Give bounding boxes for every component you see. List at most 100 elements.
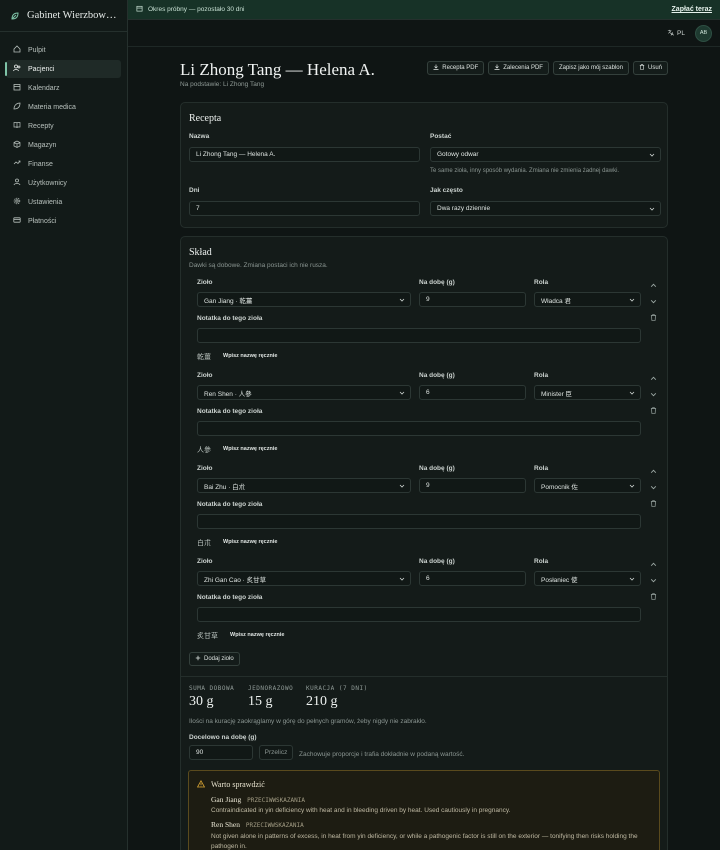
chevron-down-icon <box>629 298 635 302</box>
herb-select[interactable]: Gan Jiang · 乾薑 <box>197 292 411 307</box>
manual-entry-link[interactable]: Wpisz nazwę ręcznie <box>230 632 284 638</box>
dose-label: Na dobę (g) <box>419 372 455 379</box>
note-label: Notatka do tego zioła <box>197 594 263 601</box>
herb-cjk: 炙甘草 <box>197 633 218 640</box>
gear-icon <box>13 197 21 207</box>
sidebar-item-materia-medica[interactable]: Materia medica <box>6 98 121 116</box>
role-label: Rola <box>534 372 549 379</box>
form-hint: Te same zioła, inny sposób wydania. Zmia… <box>430 168 620 174</box>
role-select[interactable]: Pomocnik 佐 <box>534 478 641 493</box>
warning-item: Ren Shen PRZECIWWSKAZANIA Not given alon… <box>211 820 651 850</box>
trial-text: Okres próbny — pozostało 30 dni <box>148 6 245 13</box>
manual-entry-link[interactable]: Wpisz nazwę ręcznie <box>223 539 277 545</box>
sidebar-item-magazyn[interactable]: Magazyn <box>6 136 121 154</box>
chevron-up-icon <box>650 283 656 287</box>
role-select[interactable]: Posłaniec 使 <box>534 571 641 586</box>
sidebar-item-pacjenci[interactable]: Pacjenci <box>5 60 121 78</box>
chevron-down-icon <box>649 153 655 157</box>
dose-input[interactable]: 9 <box>419 292 526 307</box>
name-input[interactable]: Li Zhong Tang — Helena A. <box>189 147 420 162</box>
target-input[interactable]: 90 <box>189 745 253 760</box>
recalculate-button[interactable]: Przelicz <box>259 745 293 760</box>
chevron-up-icon <box>650 469 656 473</box>
move-up-button[interactable] <box>649 374 657 382</box>
move-down-button[interactable] <box>649 483 657 491</box>
herb-row: Zioło Na dobę (g) Rola Ren Shen · 人參 6 Minist… <box>181 372 669 462</box>
move-down-button[interactable] <box>649 576 657 584</box>
chevron-down-icon <box>399 298 405 302</box>
sidebar-item-uzytkownicy[interactable]: Użytkownicy <box>6 174 121 192</box>
move-up-button[interactable] <box>649 281 657 289</box>
frequency-select[interactable]: Dwa razy dziennie <box>430 201 661 216</box>
warning-title: Warto sprawdzić <box>211 780 265 789</box>
recipe-card: Recepta Nazwa Li Zhong Tang — Helena A. … <box>180 102 668 228</box>
move-up-button[interactable] <box>649 467 657 475</box>
composition-card: Skład Dawki są dobowe. Zmiana postaci ic… <box>180 236 668 850</box>
manual-entry-link[interactable]: Wpisz nazwę ręcznie <box>223 446 277 452</box>
warning-herb: Gan Jiang <box>211 795 242 804</box>
frequency-select-value: Dwa razy dziennie <box>437 205 491 212</box>
note-input[interactable] <box>197 328 641 343</box>
recommendations-pdf-button[interactable]: Zalecenia PDF <box>488 61 549 75</box>
home-icon <box>13 45 21 55</box>
target-label: Docelowo na dobę (g) <box>189 734 257 741</box>
remove-herb-button[interactable] <box>649 592 657 600</box>
name-label: Nazwa <box>189 133 210 140</box>
manual-entry-link[interactable]: Wpisz nazwę ręcznie <box>223 353 277 359</box>
button-label: Zapisz jako mój szablon <box>558 65 623 71</box>
book-icon <box>13 121 21 131</box>
note-input[interactable] <box>197 607 641 622</box>
frequency-label: Jak często <box>430 187 463 194</box>
sidebar-nav: Pulpit Pacjenci Kalendarz Materia medica… <box>0 32 127 230</box>
avatar[interactable]: AB <box>695 24 712 42</box>
chevron-down-icon <box>629 577 635 581</box>
save-template-button[interactable]: Zapisz jako mój szablon <box>552 61 629 75</box>
move-down-button[interactable] <box>649 297 657 305</box>
days-input[interactable]: 7 <box>189 201 420 216</box>
herb-select[interactable]: Ren Shen · 人參 <box>197 385 411 400</box>
herb-select[interactable]: Bai Zhu · 白朮 <box>197 478 411 493</box>
language-switcher[interactable]: PL <box>667 29 685 38</box>
herb-select[interactable]: Zhi Gan Cao · 炙甘草 <box>197 571 411 586</box>
sidebar-item-pulpit[interactable]: Pulpit <box>6 41 121 59</box>
herb-label: Zioło <box>197 279 213 286</box>
remove-herb-button[interactable] <box>649 499 657 507</box>
sidebar-item-label: Finanse <box>28 160 53 168</box>
chevron-down-icon <box>649 207 655 211</box>
move-down-button[interactable] <box>649 390 657 398</box>
remove-herb-button[interactable] <box>649 406 657 414</box>
herb-row: Zioło Na dobę (g) Rola Bai Zhu · 白朮 9 Pomocni… <box>181 465 669 555</box>
add-herb-button[interactable]: Dodaj zioło <box>189 652 240 666</box>
form-select-value: Gotowy odwar <box>437 151 479 158</box>
herb-row: Zioło Na dobę (g) Rola Gan Jiang · 乾薑 9 Władc… <box>181 279 669 369</box>
dose-input[interactable]: 9 <box>419 478 526 493</box>
move-up-button[interactable] <box>649 560 657 568</box>
stat-value: 30 g <box>189 694 214 709</box>
sidebar-item-label: Materia medica <box>28 103 76 111</box>
note-input[interactable] <box>197 514 641 529</box>
calendar-icon <box>136 5 143 14</box>
sidebar-item-recepty[interactable]: Recepty <box>6 117 121 135</box>
note-input[interactable] <box>197 421 641 436</box>
role-select-value: Władca 君 <box>541 297 571 305</box>
remove-herb-button[interactable] <box>649 313 657 321</box>
chevron-down-icon <box>399 577 405 581</box>
herb-select-value: Zhi Gan Cao · 炙甘草 <box>204 576 267 584</box>
users-icon <box>13 64 21 74</box>
brand[interactable]: Gabinet Wierzbow… <box>0 0 127 32</box>
role-select[interactable]: Minister 臣 <box>534 385 641 400</box>
role-select[interactable]: Władca 君 <box>534 292 641 307</box>
form-select[interactable]: Gotowy odwar <box>430 147 661 162</box>
prescription-pdf-button[interactable]: Recepta PDF <box>427 61 485 75</box>
sidebar-item-ustawienia[interactable]: Ustawienia <box>6 193 121 211</box>
chevron-down-icon <box>650 299 656 303</box>
composition-subtitle: Dawki są dobowe. Zmiana postaci ich nie … <box>189 262 328 269</box>
sidebar-item-kalendarz[interactable]: Kalendarz <box>6 79 121 97</box>
pay-now-link[interactable]: Zapłać teraz <box>672 6 712 13</box>
dose-input[interactable]: 6 <box>419 571 526 586</box>
dose-input[interactable]: 6 <box>419 385 526 400</box>
delete-button[interactable]: Usuń <box>632 61 668 75</box>
sidebar-item-platnosci[interactable]: Płatności <box>6 212 121 230</box>
trash-icon <box>650 406 656 414</box>
sidebar-item-finanse[interactable]: Finanse <box>6 155 121 173</box>
